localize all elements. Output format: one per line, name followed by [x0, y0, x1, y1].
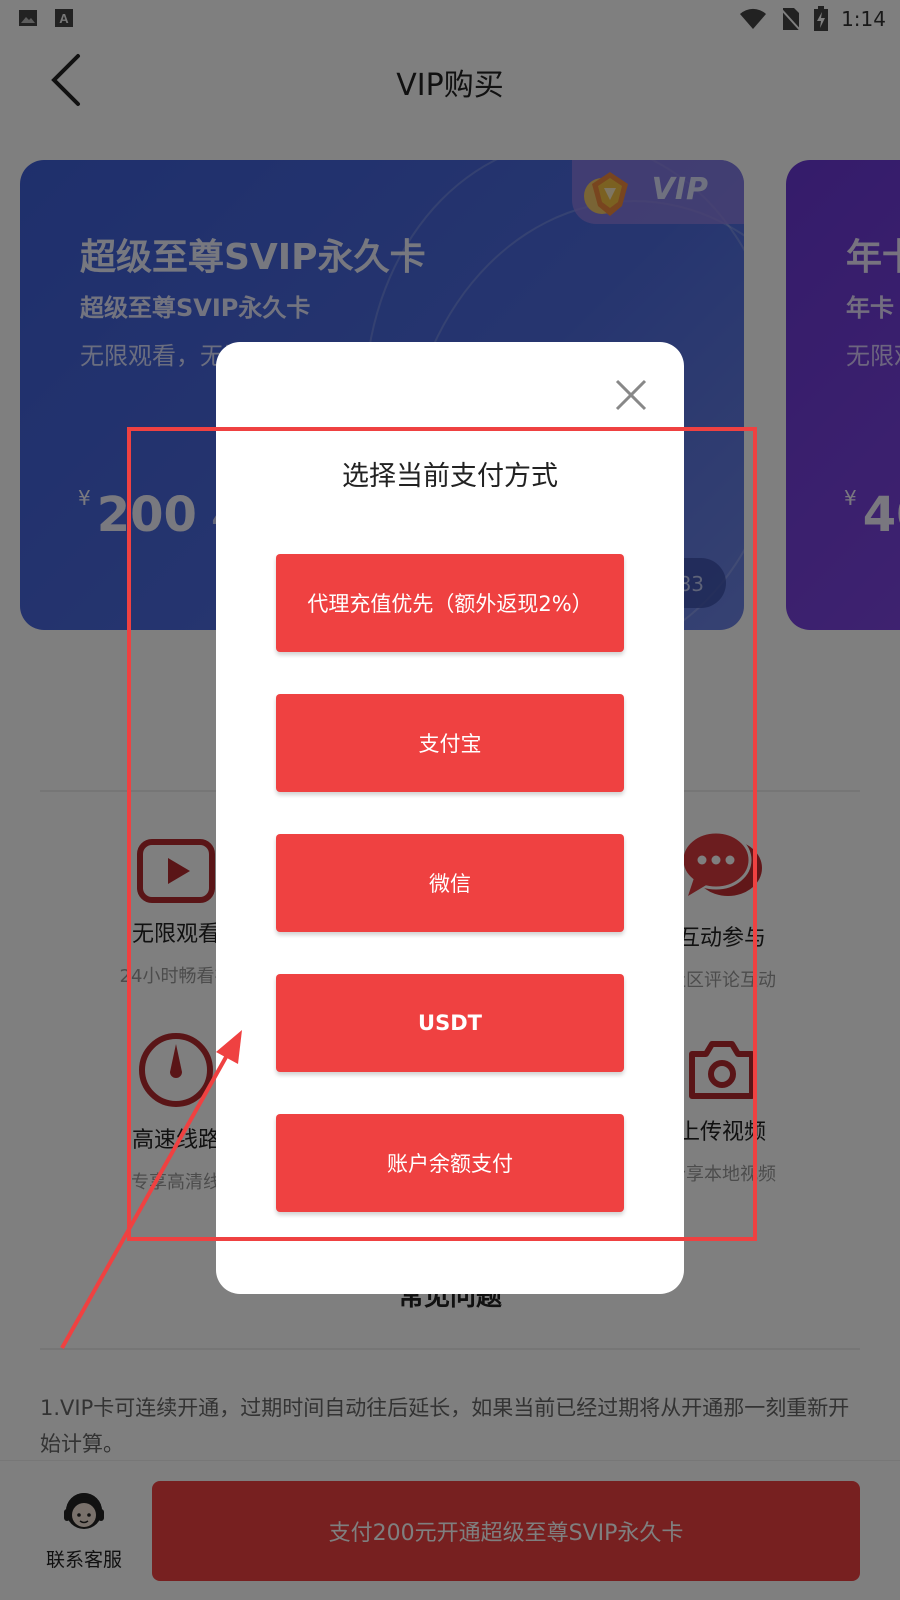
close-icon[interactable]: [614, 378, 648, 412]
annotation-highlight-box: [127, 427, 757, 1241]
